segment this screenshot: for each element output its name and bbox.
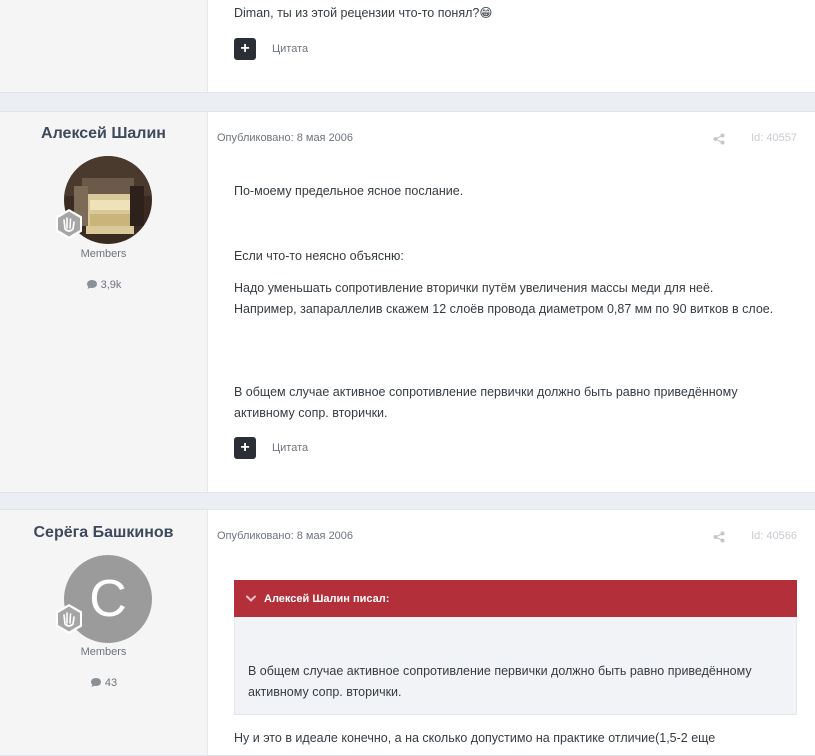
post-text: Diman, ты из этой рецензии что-то понял?… <box>234 6 493 20</box>
post-content: Опубликовано: 8 мая 2006 Id: 40566 Алекс… <box>208 510 815 755</box>
quote-body: В общем случае активное сопротивление пе… <box>234 617 797 715</box>
share-icon[interactable] <box>713 133 725 145</box>
post: Diman, ты из этой рецензии что-то понял?… <box>0 0 815 93</box>
post-count-value: 3,9k <box>100 279 122 291</box>
quote-label: Цитата <box>272 43 309 55</box>
post-id[interactable]: Id: 40557 <box>751 132 797 144</box>
chevron-down-icon <box>246 595 256 602</box>
post-content: Опубликовано: 8 мая 2006 Id: 40557 По-мо… <box>208 112 815 492</box>
quote-citation-text: Алексей Шалин писал: <box>264 592 390 605</box>
quote-label: Цитата <box>272 442 309 454</box>
author-panel: Алексей Шалин Members 3,9k <box>0 112 208 492</box>
quote-button[interactable]: + Цитата <box>234 437 308 459</box>
post-text: Надо уменьшать сопротивление вторички пу… <box>234 281 774 316</box>
author-panel <box>0 0 208 92</box>
post-count[interactable]: 3,9k <box>0 279 207 291</box>
author-name[interactable]: Серёга Башкинов <box>0 524 207 542</box>
hand-badge-icon <box>53 208 85 240</box>
post-date[interactable]: Опубликовано: 8 мая 2006 <box>217 132 353 144</box>
author-name[interactable]: Алексей Шалин <box>0 125 207 143</box>
quote-button[interactable]: + Цитата <box>234 38 308 60</box>
post-text: Ну и это в идеале конечно, а на сколько … <box>234 731 716 745</box>
post-count-value: 43 <box>104 677 118 689</box>
post-id[interactable]: Id: 40566 <box>751 530 797 542</box>
author-panel: Серёга Башкинов C Members 43 <box>0 510 208 755</box>
post-count[interactable]: 43 <box>0 677 207 689</box>
post: Серёга Башкинов C Members 43 Опубликован… <box>0 509 815 756</box>
post-content: Diman, ты из этой рецензии что-то понял?… <box>208 0 815 92</box>
hand-badge-icon <box>53 603 85 635</box>
post-text: Если что-то неясно объясню: <box>234 249 404 263</box>
quote-citation[interactable]: Алексей Шалин писал: <box>234 580 797 617</box>
post-date[interactable]: Опубликовано: 8 мая 2006 <box>217 530 353 542</box>
avatar-letter: C <box>89 570 127 628</box>
plus-icon: + <box>234 437 256 459</box>
share-icon[interactable] <box>713 531 725 543</box>
comment-icon <box>86 280 97 289</box>
post: Алексей Шалин Members 3,9k Опубликовано:… <box>0 111 815 493</box>
comment-icon <box>90 678 101 687</box>
member-group: Members <box>80 646 127 658</box>
post-text: В общем случае активное сопротивление пе… <box>234 385 738 420</box>
post-text: По-моему предельное ясное послание. <box>234 184 464 198</box>
quoted-text: В общем случае активное сопротивление пе… <box>248 664 752 699</box>
member-group: Members <box>80 248 127 260</box>
plus-icon: + <box>234 38 256 60</box>
